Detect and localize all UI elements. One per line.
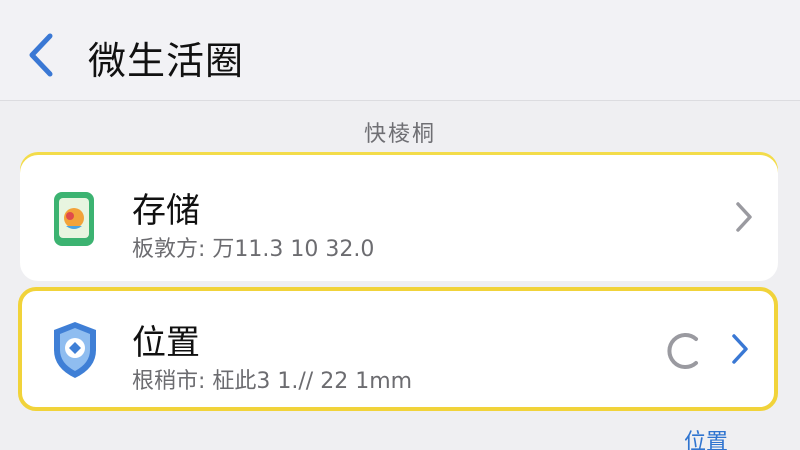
nav-header: 微生活圈 — [0, 0, 800, 101]
back-button[interactable] — [22, 30, 62, 80]
storage-row[interactable]: 存储 板敦方: 万11.3 10 32.0 — [20, 155, 778, 281]
location-row[interactable]: 位置 根稍市: 柾此3 1.// 22 1mm — [18, 287, 778, 411]
location-link[interactable]: 位置 — [684, 424, 728, 450]
location-shield-icon — [50, 320, 100, 380]
location-subtitle: 根稍市: 柾此3 1.// 22 1mm — [132, 369, 413, 394]
loading-spinner-icon — [667, 333, 698, 369]
page-title: 微生活圈 — [88, 39, 245, 83]
section-label: 快棱桐 — [363, 122, 436, 147]
storage-title: 存储 — [132, 191, 200, 231]
chevron-right-icon — [736, 202, 752, 232]
page: 微生活圈 快棱桐 存储 板敦方: 万11.3 10 32.0 位置 根稍市: 柾… — [0, 0, 800, 450]
chevron-left-icon — [29, 33, 53, 77]
app-storage-icon — [50, 190, 100, 250]
chevron-right-icon — [732, 334, 748, 364]
storage-subtitle: 板敦方: 万11.3 10 32.0 — [132, 237, 375, 262]
location-title: 位置 — [132, 323, 200, 363]
